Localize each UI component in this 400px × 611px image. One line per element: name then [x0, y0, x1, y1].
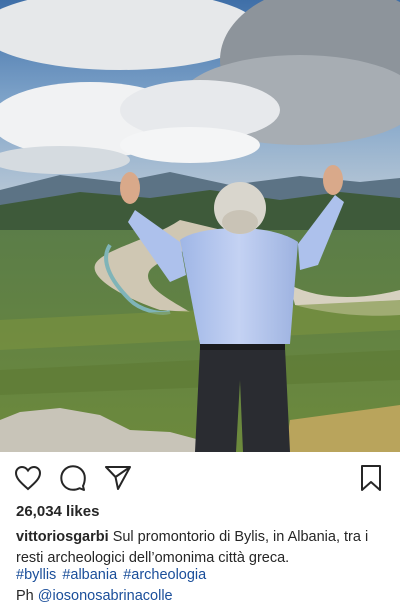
bookmark-icon	[361, 465, 381, 491]
caption-username[interactable]: vittoriosgarbi	[16, 529, 109, 545]
post-photo[interactable]	[0, 0, 400, 452]
landscape-photo	[0, 0, 400, 452]
share-icon	[105, 466, 131, 490]
save-button[interactable]	[355, 462, 387, 494]
share-button[interactable]	[102, 462, 134, 494]
hashtag-link[interactable]: #albania	[62, 567, 117, 583]
credit-prefix: Ph	[16, 588, 34, 604]
hashtag-list: #byllis #albania #archeologia	[16, 567, 208, 583]
comment-icon	[60, 465, 86, 491]
instagram-post: 26,034 likes vittoriosgarbi Sul promonto…	[0, 0, 400, 611]
comment-button[interactable]	[57, 462, 89, 494]
like-button[interactable]	[12, 462, 44, 494]
post-caption: vittoriosgarbi Sul promontorio di Bylis,…	[16, 527, 388, 569]
hashtag-link[interactable]: #archeologia	[123, 567, 206, 583]
action-bar	[0, 462, 400, 494]
heart-icon	[14, 465, 42, 491]
photo-credit: Ph @iosonosabrinacolle	[16, 588, 173, 604]
credit-mention-link[interactable]: @iosonosabrinacolle	[38, 588, 173, 604]
hashtag-link[interactable]: #byllis	[16, 567, 56, 583]
likes-count[interactable]: 26,034 likes	[16, 503, 99, 520]
